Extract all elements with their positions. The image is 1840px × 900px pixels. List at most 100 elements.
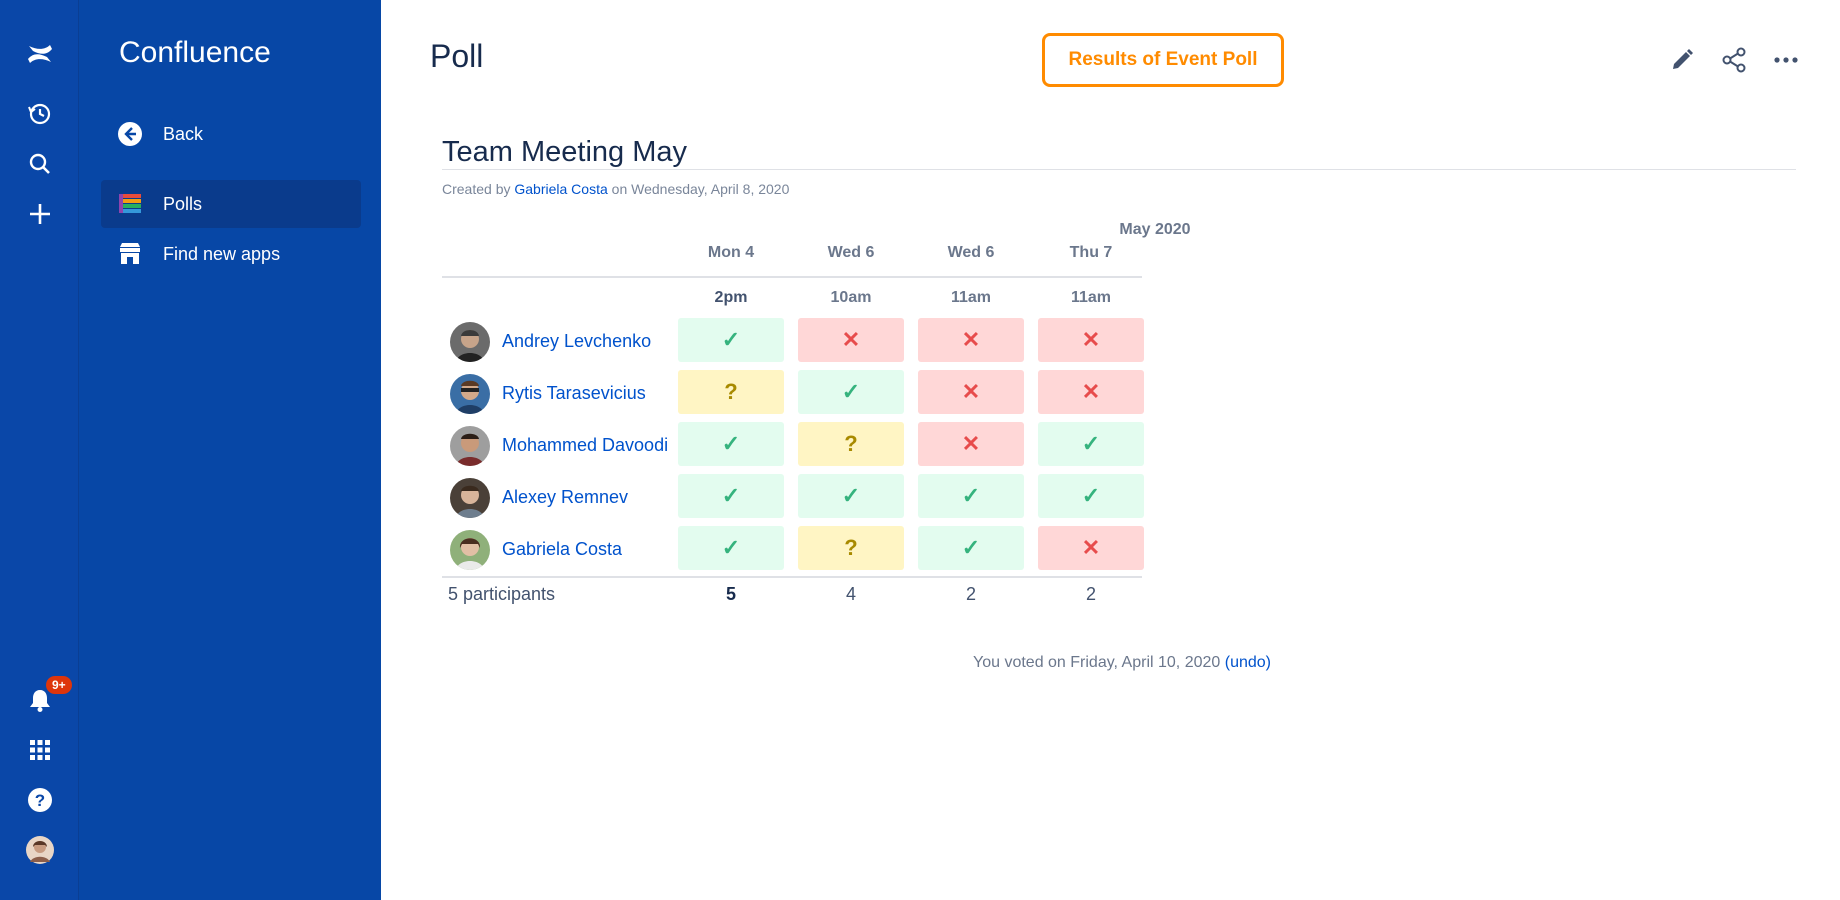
participant-row: Alexey Remnev ✓ ✓ ✓ ✓ [442,472,1144,524]
app-switcher-icon[interactable] [24,734,56,766]
column-total: 2 [965,584,976,604]
participants-count: 5 participants [448,584,556,604]
polls-icon [115,189,145,219]
column-time: 10am [830,289,872,306]
sidebar-item-find-new-apps[interactable]: Find new apps [101,230,361,278]
participant-row: Mohammed Davoodi ✓ ? ✕ ✓ [442,420,1144,472]
profile-avatar[interactable] [24,834,56,866]
create-icon[interactable] [24,198,56,230]
avatar [450,478,490,518]
vote-yes-cell: ✓ [678,526,784,570]
check-icon: ✓ [721,483,741,508]
column-total: 2 [1085,584,1096,604]
cross-icon: ✕ [961,327,981,352]
check-icon: ✓ [961,483,981,508]
column-time: 11am [950,289,992,306]
vote-yes-cell: ✓ [678,474,784,518]
vote-no-cell: ✕ [1038,318,1144,362]
confluence-logo-icon[interactable] [24,38,56,70]
column-day: Wed 6 [947,244,995,261]
vote-yes-cell: ✓ [798,370,904,414]
column-time: 2pm [714,289,748,306]
check-icon: ✓ [1081,431,1101,456]
vote-yes-cell: ✓ [1038,422,1144,466]
svg-text:?: ? [35,791,45,810]
search-icon[interactable] [24,148,56,180]
results-of-event-poll-button[interactable]: Results of Event Poll [1042,33,1284,87]
vote-yes-cell: ✓ [1038,474,1144,518]
check-icon: ✓ [841,379,861,404]
sidebar-item-label: Polls [163,193,203,214]
participant-name[interactable]: Andrey Levchenko [502,331,651,352]
poll-title: Team Meeting May [442,136,687,168]
created-date: on Wednesday, April 8, 2020 [611,181,790,197]
cross-icon: ✕ [841,327,861,352]
cross-icon: ✕ [961,379,981,404]
sidebar: Confluence Back Polls Find new apps [78,0,381,900]
vote-no-cell: ✕ [1038,370,1144,414]
vote-no-cell: ✕ [798,318,904,362]
help-icon[interactable]: ? [24,784,56,816]
participant-row: Rytis Tarasevicius ? ✓ ✕ ✕ [442,368,1144,420]
recent-icon[interactable] [24,98,56,130]
sidebar-item-label: Back [163,123,204,144]
vote-maybe-cell: ? [798,422,904,466]
divider [442,276,1142,278]
column-day: Thu 7 [1069,244,1113,261]
sidebar-brand: Confluence [119,36,271,69]
avatar [450,530,490,570]
cross-icon: ✕ [1081,379,1101,404]
voted-text: You voted on Friday, April 10, 2020 [973,654,1221,671]
vote-yes-cell: ✓ [798,474,904,518]
share-icon[interactable] [1718,44,1750,76]
created-by-line: Created by Gabriela Costa on Wednesday, … [442,181,789,197]
check-icon: ✓ [721,535,741,560]
main-content: Poll Results of Event Poll Team Meeting … [380,0,1840,900]
more-icon[interactable] [1770,44,1802,76]
month-header: May 2020 [1119,221,1191,238]
participant-row: Andrey Levchenko ✓ ✕ ✕ ✕ [442,316,1144,368]
created-prefix: Created by [442,181,511,197]
column-total: 5 [725,584,736,604]
page-title: Poll [430,38,484,74]
vote-yes-cell: ✓ [918,526,1024,570]
vote-yes-cell: ✓ [918,474,1024,518]
check-icon: ✓ [721,431,741,456]
question-icon: ? [844,431,858,456]
question-icon: ? [844,535,858,560]
creator-link[interactable]: Gabriela Costa [514,181,607,197]
column-time: 11am [1070,289,1112,306]
check-icon: ✓ [841,483,861,508]
undo-link[interactable]: (undo) [1225,654,1271,671]
voted-status: You voted on Friday, April 10, 2020 (und… [973,654,1271,672]
avatar [450,374,490,414]
participant-row: Gabriela Costa ✓ ? ✓ ✕ [442,524,1144,576]
edit-icon[interactable] [1666,44,1698,76]
vote-no-cell: ✕ [1038,526,1144,570]
vote-yes-cell: ✓ [678,318,784,362]
participant-name[interactable]: Alexey Remnev [502,487,628,508]
global-nav: 9+ ? [0,0,78,900]
cross-icon: ✕ [1081,535,1101,560]
store-icon [115,239,145,269]
check-icon: ✓ [721,327,741,352]
cross-icon: ✕ [1081,327,1101,352]
sidebar-item-back[interactable]: Back [101,110,361,158]
notification-badge: 9+ [46,676,72,694]
sidebar-item-polls[interactable]: Polls [101,180,361,228]
question-icon: ? [724,379,738,404]
vote-no-cell: ✕ [918,422,1024,466]
avatar [450,322,490,362]
vote-no-cell: ✕ [918,318,1024,362]
check-icon: ✓ [961,535,981,560]
back-arrow-icon [115,119,145,149]
divider [442,576,1142,578]
vote-maybe-cell: ? [798,526,904,570]
participant-name[interactable]: Mohammed Davoodi [502,435,668,456]
vote-maybe-cell: ? [678,370,784,414]
column-day: Mon 4 [707,244,755,261]
vote-no-cell: ✕ [918,370,1024,414]
divider [442,169,1796,170]
participant-name[interactable]: Rytis Tarasevicius [502,383,646,404]
participant-name[interactable]: Gabriela Costa [502,539,622,560]
